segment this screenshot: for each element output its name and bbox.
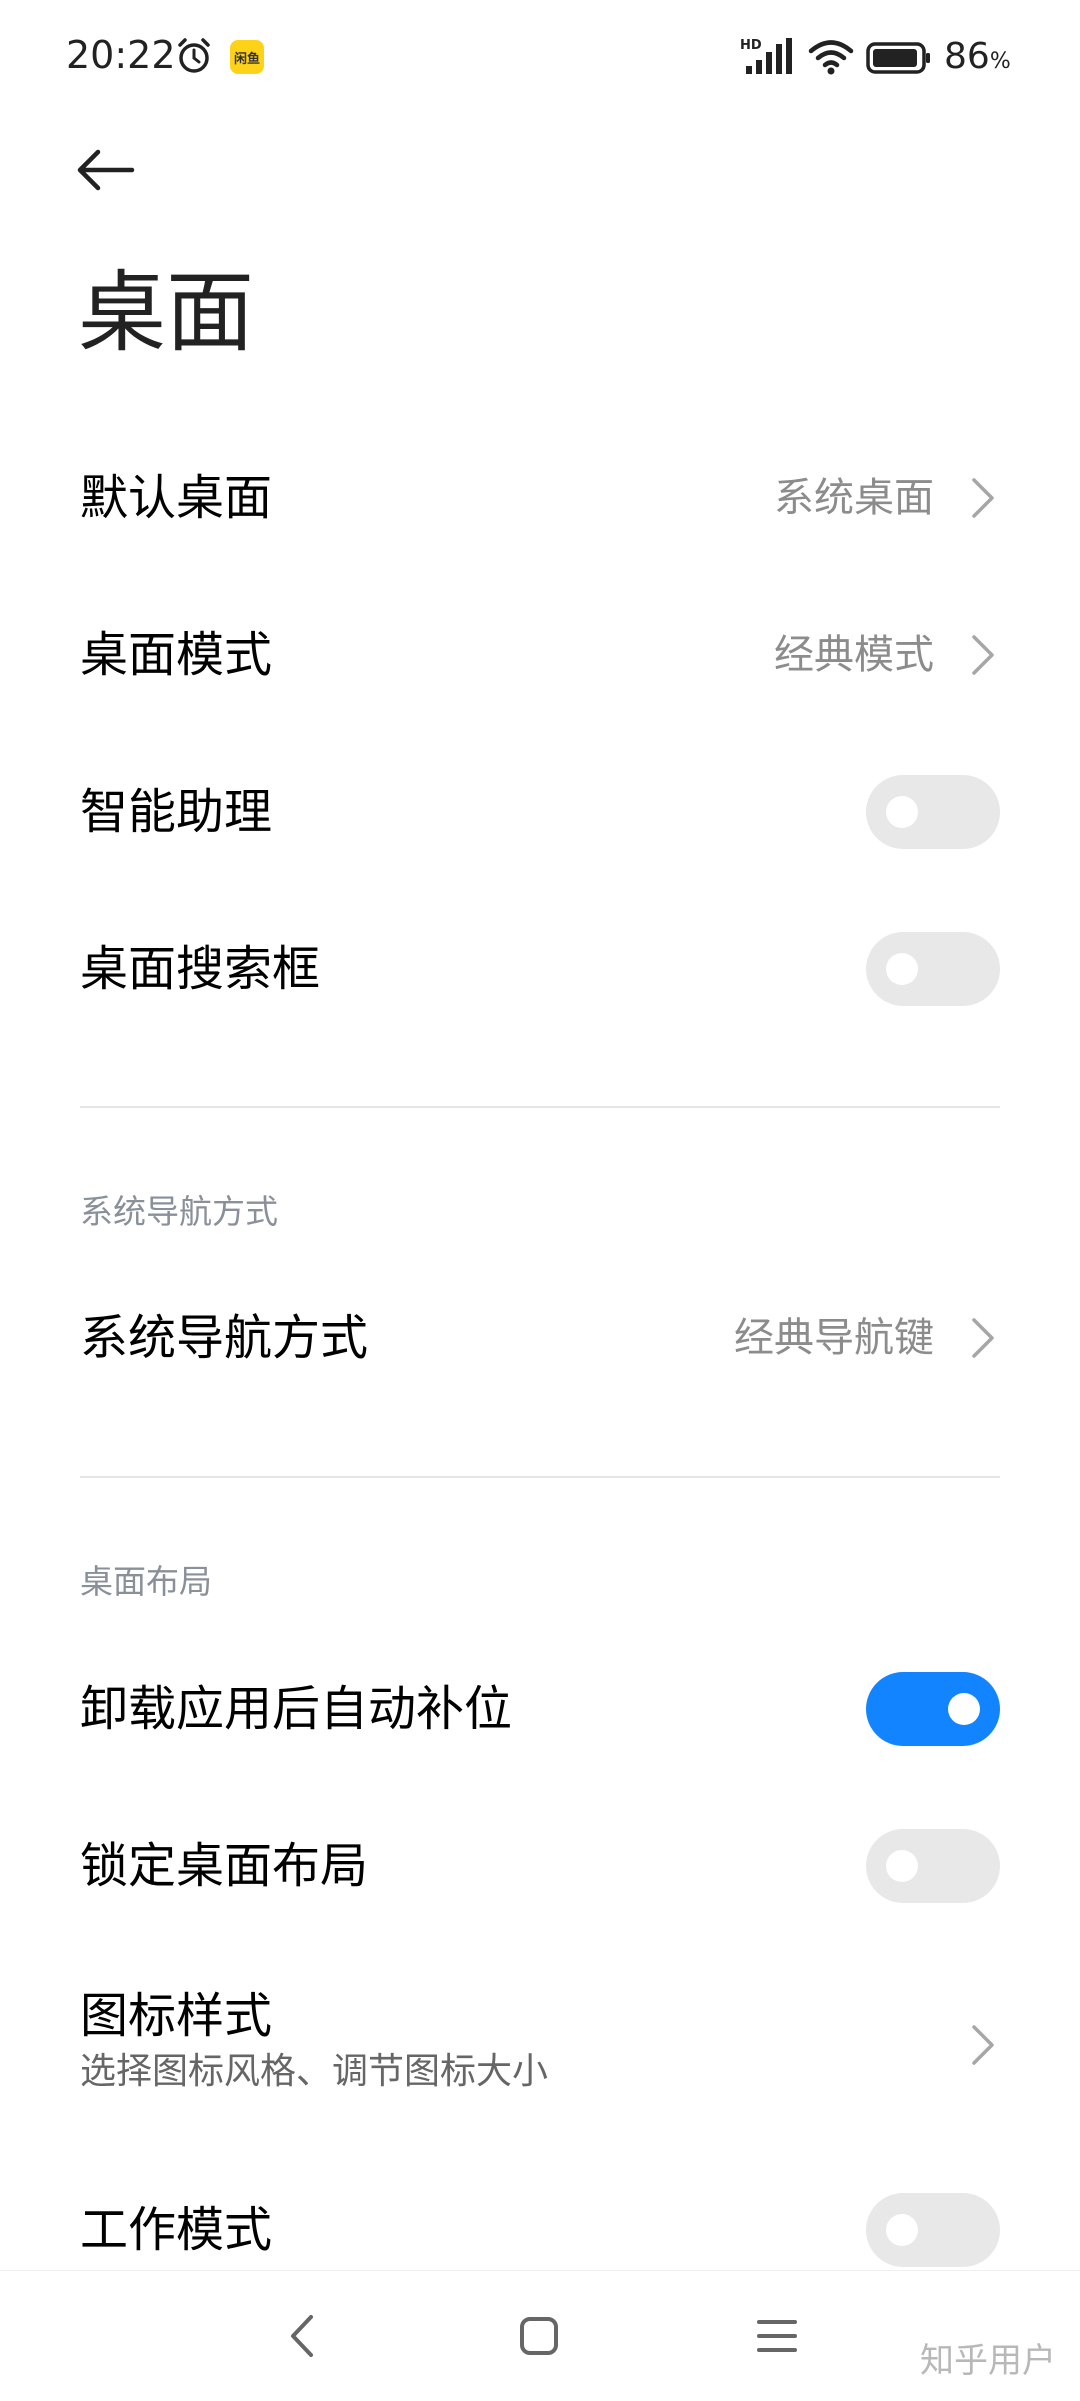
toggle-knob <box>886 1850 918 1882</box>
home-search-bar-toggle[interactable] <box>866 932 1000 1006</box>
row-value: 经典模式 <box>774 632 934 678</box>
navigation-bar: 知乎用户 <box>0 2270 1080 2401</box>
default-launcher-row[interactable]: 默认桌面 系统桌面 <box>0 418 1080 578</box>
nav-recents-button[interactable] <box>742 2301 812 2371</box>
section-header: 桌面布局 <box>80 1562 212 1601</box>
page-title: 桌面 <box>78 261 255 364</box>
icon-style-row[interactable]: 图标样式 选择图标风格、调节图标大小 <box>0 1950 1080 2140</box>
nav-home-button[interactable] <box>504 2301 574 2371</box>
section-header: 系统导航方式 <box>80 1192 278 1231</box>
section-divider <box>80 1106 1000 1108</box>
watermark: 知乎用户 <box>920 2341 1056 2381</box>
back-arrow-icon <box>77 149 135 191</box>
row-label: 智能助理 <box>80 784 273 840</box>
toggle-knob <box>886 796 918 828</box>
row-label: 默认桌面 <box>80 470 273 526</box>
settings-content: 桌面 默认桌面 系统桌面 桌面模式 经典模式 智能助理 桌面搜索框 系统导航方式… <box>0 0 1080 2270</box>
lock-layout-toggle[interactable] <box>866 1829 1000 1903</box>
system-navigation-row[interactable]: 系统导航方式 经典导航键 <box>0 1258 1080 1418</box>
auto-fill-after-uninstall-toggle[interactable] <box>866 1672 1000 1746</box>
nav-back-icon <box>291 2315 313 2357</box>
row-label: 锁定桌面布局 <box>80 1838 369 1894</box>
nav-menu-icon <box>757 2320 797 2352</box>
section-divider <box>80 1476 1000 1478</box>
row-value: 系统桌面 <box>774 475 934 521</box>
row-label: 工作模式 <box>80 2202 273 2258</box>
row-label: 桌面模式 <box>80 627 273 683</box>
smart-assistant-toggle[interactable] <box>866 775 1000 849</box>
chevron-right-icon <box>972 1318 994 1358</box>
chevron-right-icon <box>972 2025 994 2065</box>
back-button[interactable] <box>70 140 140 200</box>
auto-fill-after-uninstall-row: 卸载应用后自动补位 <box>0 1629 1080 1789</box>
toggle-knob <box>886 2214 918 2246</box>
home-search-bar-row: 桌面搜索框 <box>0 889 1080 1049</box>
lock-layout-row: 锁定桌面布局 <box>0 1786 1080 1946</box>
row-sublabel: 选择图标风格、调节图标大小 <box>80 2051 549 2092</box>
chevron-right-icon <box>972 635 994 675</box>
work-mode-toggle[interactable] <box>866 2193 1000 2267</box>
launcher-mode-row[interactable]: 桌面模式 经典模式 <box>0 575 1080 735</box>
chevron-right-icon <box>972 478 994 518</box>
toggle-knob <box>948 1693 980 1725</box>
row-label: 图标样式 <box>80 1988 273 2044</box>
toggle-knob <box>886 953 918 985</box>
row-label: 桌面搜索框 <box>80 941 321 997</box>
nav-back-button[interactable] <box>268 2301 338 2371</box>
row-label: 系统导航方式 <box>80 1310 369 1366</box>
smart-assistant-row: 智能助理 <box>0 732 1080 892</box>
row-value: 经典导航键 <box>734 1315 934 1361</box>
row-label: 卸载应用后自动补位 <box>80 1681 513 1737</box>
nav-home-icon <box>520 2317 558 2355</box>
work-mode-row: 工作模式 <box>0 2150 1080 2270</box>
